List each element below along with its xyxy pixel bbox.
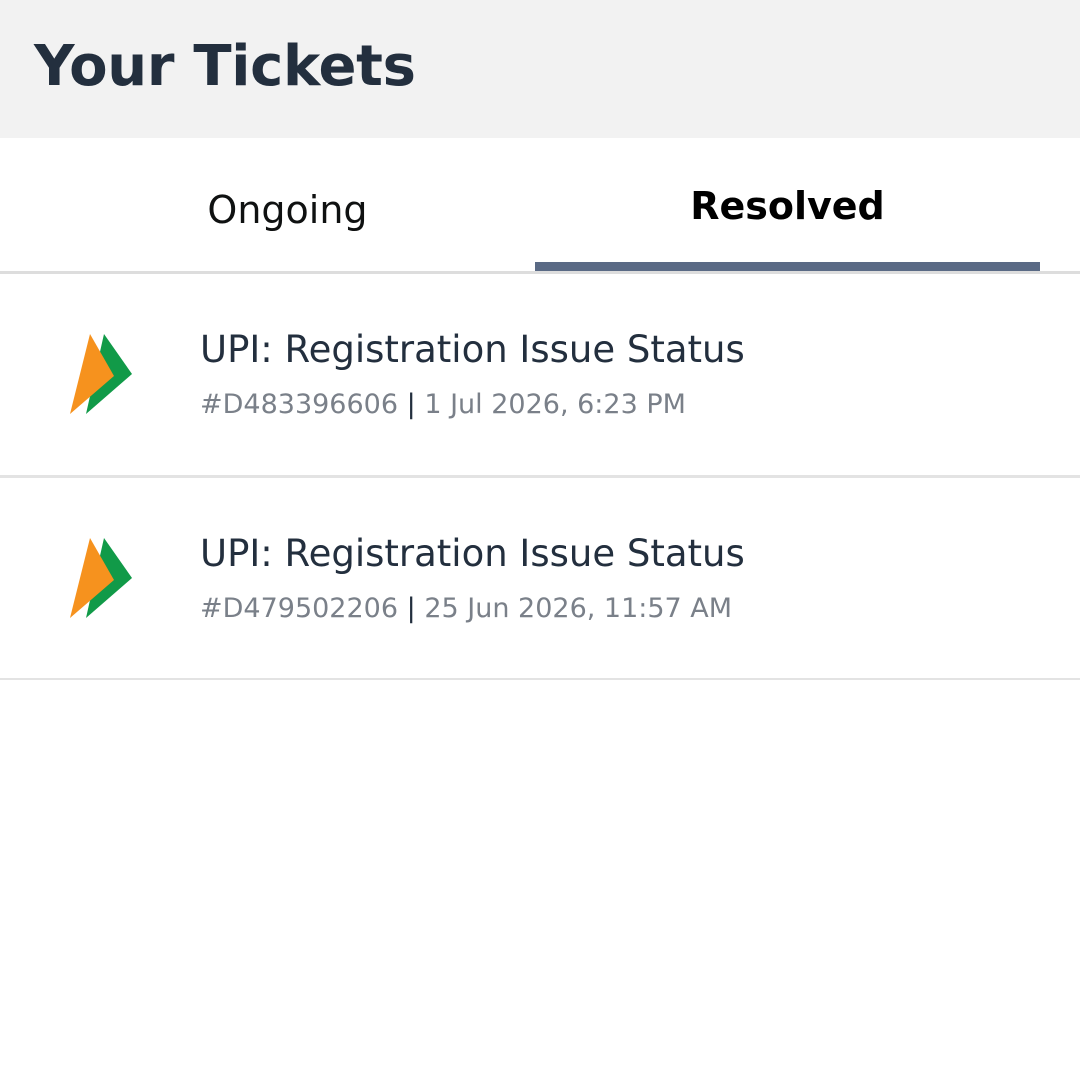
- tickets-screen: Your Tickets Ongoing Resolved UPI: Regis…: [0, 0, 1080, 1080]
- upi-logo-icon: [70, 538, 132, 618]
- header-bar: Your Tickets: [0, 0, 1080, 138]
- ticket-title: UPI: Registration Issue Status: [200, 328, 745, 371]
- ticket-meta: #D483396606 | 1 Jul 2026, 6:23 PM: [200, 387, 686, 423]
- tab-resolved[interactable]: Resolved: [535, 138, 1040, 271]
- meta-separator: |: [406, 389, 416, 420]
- ticket-id: #D483396606: [200, 389, 399, 420]
- ticket-title: UPI: Registration Issue Status: [200, 532, 745, 575]
- ticket-row[interactable]: UPI: Registration Issue Status #D4833966…: [0, 274, 1080, 478]
- active-tab-indicator: [535, 262, 1040, 271]
- ticket-list: UPI: Registration Issue Status #D4833966…: [0, 274, 1080, 680]
- tab-ongoing[interactable]: Ongoing: [35, 138, 540, 271]
- ticket-datetime: 1 Jul 2026, 6:23 PM: [424, 389, 686, 420]
- tab-resolved-label: Resolved: [690, 184, 885, 228]
- tab-bar: Ongoing Resolved: [0, 138, 1080, 274]
- meta-separator: |: [406, 593, 416, 624]
- upi-logo-icon: [70, 334, 132, 414]
- page-title: Your Tickets: [34, 34, 416, 99]
- ticket-datetime: 25 Jun 2026, 11:57 AM: [424, 593, 733, 624]
- ticket-id: #D479502206: [200, 593, 399, 624]
- ticket-row[interactable]: UPI: Registration Issue Status #D4795022…: [0, 478, 1080, 680]
- ticket-meta: #D479502206 | 25 Jun 2026, 11:57 AM: [200, 591, 732, 627]
- tab-ongoing-label: Ongoing: [207, 188, 368, 232]
